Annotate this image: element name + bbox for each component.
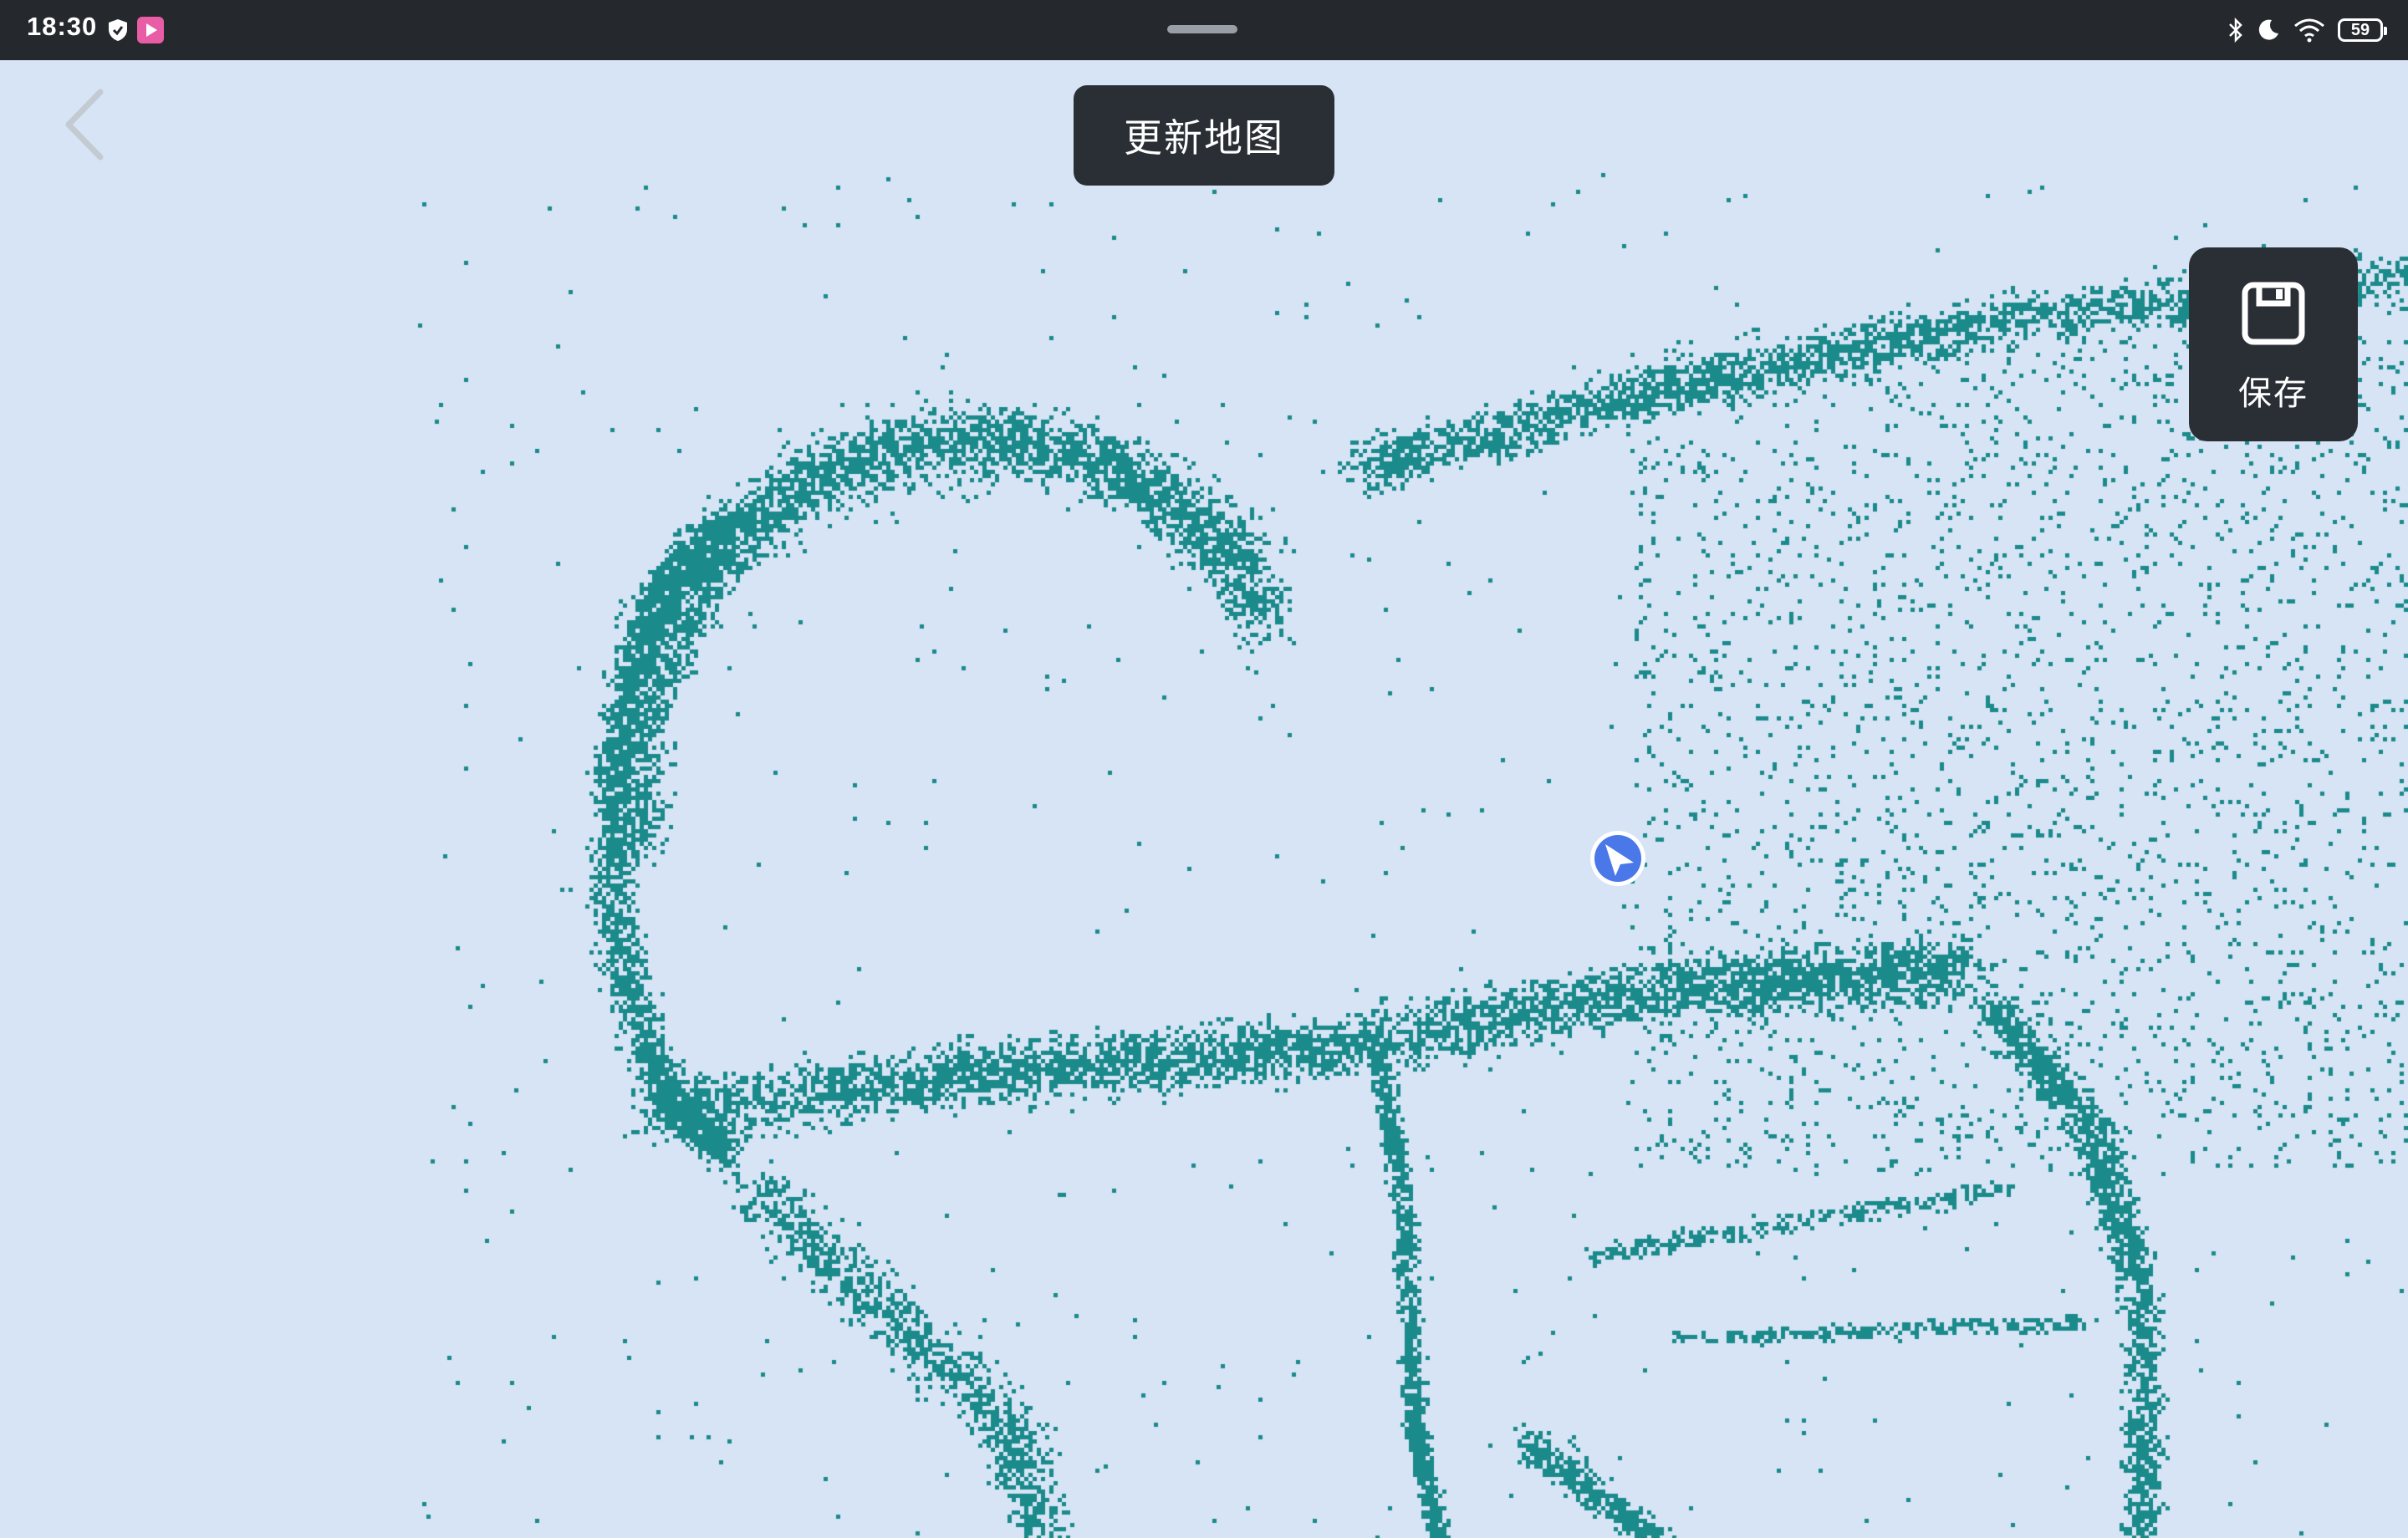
update-map-label: 更新地图 [1124,115,1284,160]
status-bar: 18:30 59 [0,0,2408,60]
robot-position-marker [1590,831,1645,886]
status-icons: 59 [2227,13,2387,47]
app-icon [137,17,164,43]
update-map-button[interactable]: 更新地图 [1074,85,1334,186]
floppy-disk-icon [2242,282,2305,345]
map-canvas[interactable] [0,60,2408,1538]
drag-handle[interactable] [1167,25,1237,33]
chevron-left-icon [65,89,104,160]
status-time: 18:30 [27,12,98,41]
battery-level: 59 [2350,20,2370,39]
wifi-icon [2294,18,2324,43]
moon-icon [2258,19,2278,40]
shield-icon [109,19,127,41]
save-label: 保存 [2238,374,2309,413]
point-cloud-map [0,60,2408,1538]
bluetooth-icon [2229,18,2242,43]
back-button[interactable] [59,87,117,162]
save-button[interactable]: 保存 [2189,247,2358,441]
battery-icon: 59 [2338,18,2387,42]
